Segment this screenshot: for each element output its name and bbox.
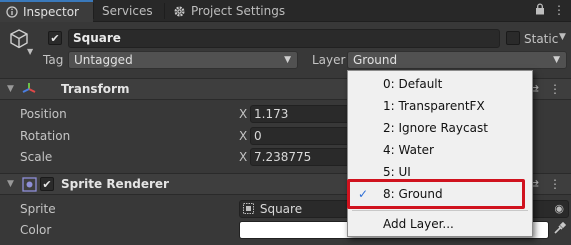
component-header-icons: ⇄ ⋮ <box>529 79 561 99</box>
tab-services-label: Services <box>102 4 153 18</box>
position-label: Position <box>20 107 67 121</box>
layer-value: Ground <box>353 53 398 67</box>
more-options-icon[interactable]: ⋮ <box>553 3 565 18</box>
more-options-icon[interactable]: ⋮ <box>549 174 561 194</box>
checkmark-icon: ✔ <box>50 31 60 45</box>
rotation-x-label[interactable]: X <box>239 127 247 145</box>
static-dropdown-caret-icon[interactable]: ▼ <box>559 32 566 42</box>
sprite-value: Square <box>259 202 303 216</box>
sprite-label: Sprite <box>20 202 56 216</box>
menu-item-label: Add Layer... <box>383 217 454 231</box>
sprite-renderer-icon <box>22 177 37 195</box>
menu-item-label: 0: Default <box>383 77 443 91</box>
scale-label: Scale <box>20 150 53 164</box>
sprite-renderer-enabled-checkbox[interactable]: ✔ <box>40 177 54 191</box>
tab-project-settings[interactable]: Project Settings <box>167 0 317 22</box>
position-x-label[interactable]: X <box>239 105 247 123</box>
lock-icon[interactable] <box>535 3 545 18</box>
position-x-field[interactable]: 1.173 <box>250 105 350 123</box>
sprite-renderer-title: Sprite Renderer <box>61 177 169 191</box>
gear-icon <box>173 5 186 18</box>
layer-popup-menu: 0: Default 1: TransparentFX 2: Ignore Ra… <box>347 70 533 237</box>
sprite-asset-icon <box>243 202 254 218</box>
tag-dropdown[interactable]: Untagged ▼ <box>68 51 298 69</box>
component-header-icons: ⇄ ⋮ <box>529 174 561 194</box>
menu-item-add-layer[interactable]: Add Layer... <box>348 213 532 235</box>
static-checkbox[interactable] <box>506 31 520 45</box>
foldout-arrow-icon[interactable]: ▼ <box>7 79 14 99</box>
chevron-down-icon: ▼ <box>284 55 291 65</box>
active-checkbox[interactable]: ✔ <box>48 31 62 45</box>
menu-item-label: 2: Ignore Raycast <box>383 121 488 135</box>
scale-x-field[interactable]: 7.238775 <box>250 148 350 166</box>
menu-item-transparentfx[interactable]: 1: TransparentFX <box>348 95 532 117</box>
tab-services[interactable]: Services <box>96 0 166 22</box>
eyedropper-icon[interactable] <box>553 221 567 238</box>
menu-item-water[interactable]: 4: Water <box>348 139 532 161</box>
menu-item-label: 5: UI <box>383 165 411 179</box>
menu-separator <box>352 210 528 211</box>
menu-item-label: 1: TransparentFX <box>383 99 485 113</box>
object-name-field[interactable]: Square <box>68 29 500 48</box>
object-picker-icon[interactable]: ◉ <box>554 201 564 217</box>
tab-project-settings-label: Project Settings <box>191 4 286 18</box>
inspector-icon <box>6 6 18 18</box>
tag-value: Untagged <box>74 53 133 67</box>
transform-icon <box>21 81 37 100</box>
rotation-x-field[interactable]: 0 <box>250 127 350 145</box>
rotation-label: Rotation <box>20 129 71 143</box>
menu-item-default[interactable]: 0: Default <box>348 73 532 95</box>
scale-x-label[interactable]: X <box>239 148 247 166</box>
menu-item-ignore-raycast[interactable]: 2: Ignore Raycast <box>348 117 532 139</box>
foldout-arrow-icon[interactable]: ▼ <box>7 174 14 194</box>
checkmark-icon: ✔ <box>42 177 52 191</box>
selection-highlight-box <box>347 179 525 209</box>
more-options-icon[interactable]: ⋮ <box>549 79 561 99</box>
transform-title: Transform <box>61 82 130 96</box>
tab-separator <box>164 3 165 19</box>
static-label: Static <box>524 32 559 46</box>
color-label: Color <box>20 223 52 237</box>
layer-label: Layer <box>312 53 346 67</box>
tag-label: Tag <box>43 53 64 67</box>
tab-bar: Inspector Services Project Settings ⋮ <box>0 0 571 22</box>
tab-inspector[interactable]: Inspector <box>0 0 93 22</box>
tab-separator <box>93 3 94 19</box>
window-controls: ⋮ <box>535 3 565 18</box>
layer-dropdown[interactable]: Ground ▼ <box>347 51 567 69</box>
tab-inspector-label: Inspector <box>23 5 79 19</box>
menu-item-label: 4: Water <box>383 143 434 157</box>
chevron-down-icon: ▼ <box>553 55 560 65</box>
icon-dropdown-caret-icon[interactable]: ▼ <box>27 47 33 56</box>
